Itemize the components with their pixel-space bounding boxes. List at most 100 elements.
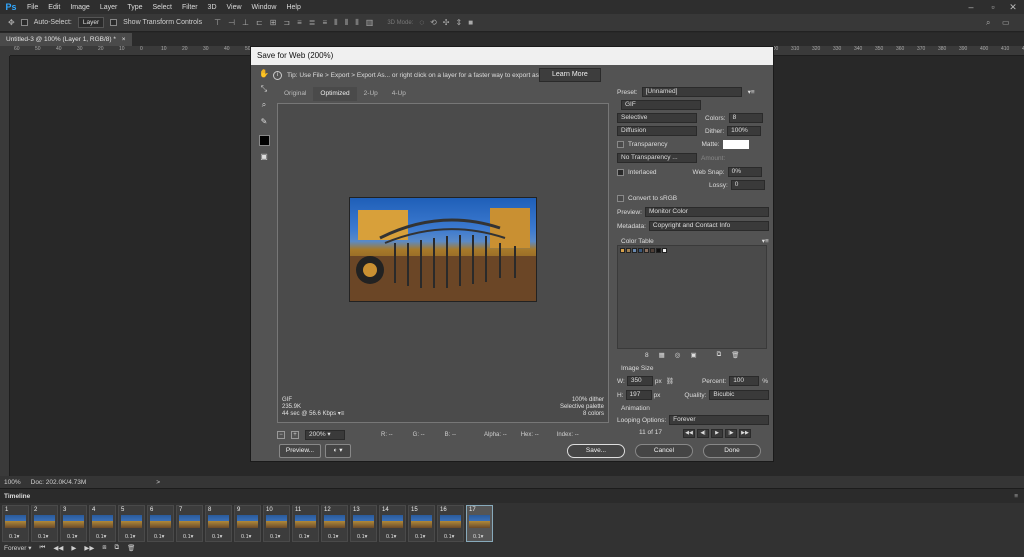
percent-field[interactable]: 100 [729, 376, 760, 386]
frame-delay[interactable]: 0.1▾ [444, 534, 454, 540]
menu-image[interactable]: Image [65, 4, 94, 11]
auto-align-icon[interactable]: ▥ [366, 18, 374, 28]
align-center-icon[interactable]: ⊞ [270, 18, 277, 28]
frame-delay[interactable]: 0.1▾ [328, 534, 338, 540]
align-middle-icon[interactable]: ⊣ [228, 18, 235, 28]
width-field[interactable]: 350 [626, 376, 653, 386]
web-shift-icon[interactable]: ◎ [675, 351, 681, 359]
play-button[interactable]: ▶ [711, 429, 723, 438]
preview-dropdown[interactable]: Monitor Color [644, 207, 769, 217]
timeline-frame[interactable]: 1 0.1▾ [2, 505, 29, 542]
menu-select[interactable]: Select [148, 4, 177, 11]
cancel-button[interactable]: Cancel [635, 444, 693, 458]
panel-menu-icon[interactable]: ≡ [1014, 493, 1018, 500]
eyedropper-tool-icon[interactable]: ✎ [257, 115, 271, 127]
download-speed-menu-icon[interactable]: ▾≡ [338, 411, 345, 417]
color-swatch[interactable] [650, 248, 655, 253]
lossy-field[interactable]: 0 [730, 180, 765, 190]
play-icon[interactable]: ▶ [71, 544, 76, 552]
align-bottom-icon[interactable]: ⊥ [242, 18, 249, 28]
align-left-icon[interactable]: ⊏ [256, 18, 263, 28]
auto-select-checkbox[interactable] [20, 19, 28, 26]
timeline-frame[interactable]: 8 0.1▾ [205, 505, 232, 542]
close-tab-icon[interactable]: × [122, 36, 126, 43]
slice-select-tool-icon[interactable]: ⤡ [257, 83, 271, 95]
color-swatch[interactable] [644, 248, 649, 253]
status-menu-arrow[interactable]: > [156, 479, 160, 486]
frame-delay[interactable]: 0.1▾ [154, 534, 164, 540]
last-frame-button[interactable]: ▶▶ [739, 429, 751, 438]
file-format-dropdown[interactable]: GIF [621, 100, 701, 110]
timeline-frame[interactable]: 14 0.1▾ [379, 505, 406, 542]
menu-3d[interactable]: 3D [203, 4, 222, 11]
dither-field[interactable]: 100% [727, 126, 762, 136]
orbit-3d-icon[interactable]: ◌ [419, 18, 424, 27]
timeline-frame[interactable]: 6 0.1▾ [147, 505, 174, 542]
timeline-frame[interactable]: 7 0.1▾ [176, 505, 203, 542]
lock-color-icon[interactable]: ▣ [690, 351, 696, 359]
tab-original[interactable]: Original [277, 87, 313, 101]
menu-type[interactable]: Type [122, 4, 147, 11]
color-swatch[interactable] [656, 248, 661, 253]
maximize-icon[interactable]: ▫ [984, 0, 1002, 14]
frame-delay[interactable]: 0.1▾ [357, 534, 367, 540]
menu-help[interactable]: Help [281, 4, 305, 11]
quality-dropdown[interactable]: Bicubic [709, 390, 770, 400]
close-window-icon[interactable]: ✕ [1004, 0, 1022, 14]
distribute-bottom-icon[interactable]: ≡ [322, 18, 327, 28]
toggle-slices-icon[interactable]: ▣ [257, 150, 271, 162]
new-color-icon[interactable]: ⧉ [717, 351, 722, 359]
frame-delay[interactable]: 0.1▾ [96, 534, 106, 540]
search-icon[interactable]: ⌕ [986, 18, 990, 28]
tab-2-up[interactable]: 2-Up [357, 87, 385, 101]
height-field[interactable]: 197 [625, 390, 652, 400]
video-camera-icon[interactable]: ■ [468, 18, 473, 27]
minimize-icon[interactable]: – [962, 0, 980, 14]
timeline-frame[interactable]: 9 0.1▾ [234, 505, 261, 542]
timeline-frame[interactable]: 3 0.1▾ [60, 505, 87, 542]
preset-dropdown[interactable]: [Unnamed] [641, 87, 742, 97]
move-tool-icon[interactable]: ✥ [8, 18, 15, 27]
optimize-menu-icon[interactable]: ▾≡ [748, 88, 755, 96]
color-swatch[interactable] [662, 248, 667, 253]
align-right-icon[interactable]: ⊐ [283, 18, 290, 28]
slide-3d-icon[interactable]: ⇕ [456, 18, 463, 27]
tab-optimized[interactable]: Optimized [313, 87, 357, 101]
workspace-icon[interactable]: ▭ [1002, 18, 1010, 27]
frame-delay[interactable]: 0.1▾ [67, 534, 77, 540]
prev-frame-button[interactable]: ◀| [697, 429, 709, 438]
optimized-preview[interactable]: GIF 235.9K 44 sec @ 56.6 Kbps ▾≡ 100% di… [277, 103, 609, 423]
distribute-top-icon[interactable]: ≡ [297, 18, 302, 28]
transparency-checkbox[interactable] [617, 141, 624, 148]
matte-color-swatch[interactable] [722, 140, 749, 149]
hand-tool-icon[interactable]: ✋ [257, 67, 271, 79]
color-swatch[interactable] [632, 248, 637, 253]
menu-layer[interactable]: Layer [95, 4, 123, 11]
zoom-dropdown[interactable]: 200% ▾ [305, 430, 345, 440]
timeline-frame[interactable]: 4 0.1▾ [89, 505, 116, 542]
menu-window[interactable]: Window [247, 4, 282, 11]
zoom-out-icon[interactable]: − [277, 431, 285, 439]
delete-color-icon[interactable]: 🗑 [731, 351, 739, 359]
next-frame-button[interactable]: |▶ [725, 429, 737, 438]
zoom-tool-icon[interactable]: ⌕ [257, 99, 271, 111]
done-button[interactable]: Done [703, 444, 761, 458]
next-frame-icon[interactable]: ▶▶ [84, 544, 94, 552]
zoom-level[interactable]: 100% [4, 479, 21, 486]
metadata-dropdown[interactable]: Copyright and Contact Info [648, 221, 769, 231]
transparency-dither-dropdown[interactable]: No Transparency ... [617, 153, 697, 163]
frame-delay[interactable]: 0.1▾ [270, 534, 280, 540]
auto-select-dropdown[interactable]: Layer [77, 17, 105, 28]
frame-delay[interactable]: 0.1▾ [212, 534, 222, 540]
tab-4-up[interactable]: 4-Up [385, 87, 413, 101]
duplicate-frame-icon[interactable]: ⧉ [114, 544, 119, 552]
roll-3d-icon[interactable]: ⟲ [430, 18, 437, 27]
document-tab[interactable]: Untitled-3 @ 100% (Layer 1, RGB/8) * × [0, 33, 132, 46]
distribute-left-icon[interactable]: ⦀ [334, 18, 338, 28]
tween-icon[interactable]: ⧈ [102, 544, 106, 552]
menu-filter[interactable]: Filter [177, 4, 203, 11]
frame-delay[interactable]: 0.1▾ [415, 534, 425, 540]
menu-view[interactable]: View [222, 4, 247, 11]
web-snap-field[interactable]: 0% [727, 167, 762, 177]
timeline-frame[interactable]: 13 0.1▾ [350, 505, 377, 542]
